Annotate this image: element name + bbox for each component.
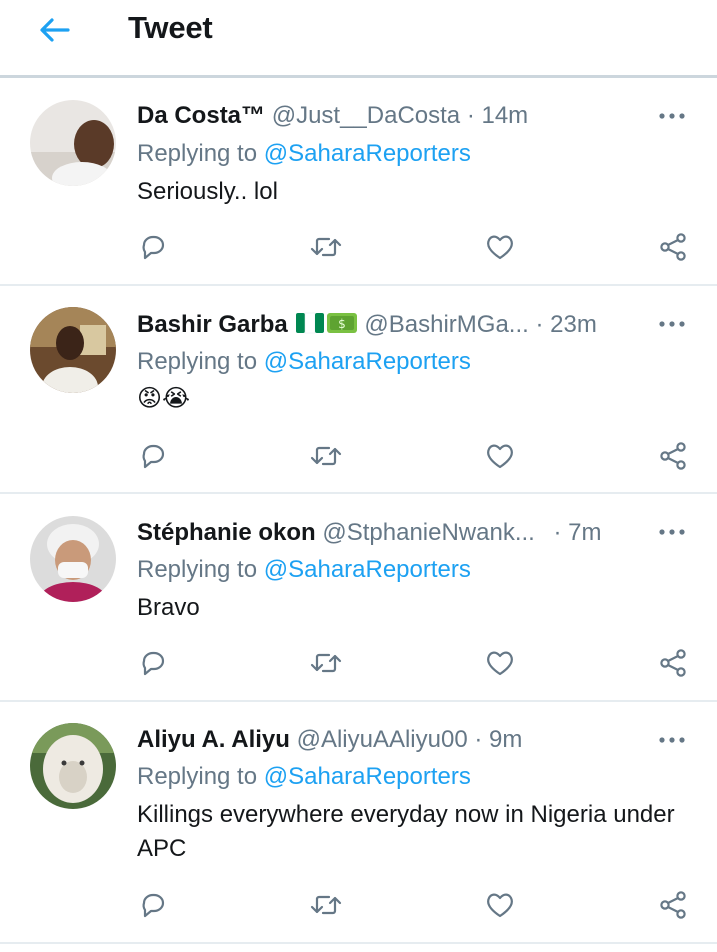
like-button[interactable] [483,888,517,922]
tweet-header: Da Costa™ @Just__DaCosta · 14m [137,99,687,133]
tweet-actions [0,646,717,680]
share-icon [660,649,686,677]
share-button[interactable] [656,230,690,264]
back-button[interactable] [34,12,74,48]
replying-to-label: Replying to [137,556,258,583]
like-button[interactable] [483,230,517,264]
more-options-button[interactable] [657,517,687,547]
display-name[interactable]: Bashir Garba [137,311,288,338]
tweet-card[interactable]: Bashir Garba $ @BashirMGa... · 23m Replyi… [0,286,717,494]
share-button[interactable] [656,888,690,922]
more-dots-icon [659,737,685,743]
more-options-button[interactable] [657,309,687,339]
more-dots-icon [659,529,685,535]
reply-button[interactable] [136,439,170,473]
more-options-button[interactable] [657,101,687,131]
tweet-actions [0,888,717,922]
tweet-actions [0,230,717,264]
replying-to-label: Replying to [137,348,258,375]
user-handle[interactable]: @Just__DaCosta [272,102,460,129]
user-handle[interactable]: @StphanieNwank... [322,519,534,546]
retweet-button[interactable] [309,230,343,264]
user-handle[interactable]: @BashirMGa... [364,311,528,338]
replying-to: Replying to @SaharaReporters [137,346,471,378]
svg-text:$: $ [338,317,346,331]
replying-to-link[interactable]: @SaharaReporters [264,763,471,790]
share-icon [660,233,686,261]
tweet-card[interactable]: Stéphanie okon @StphanieNwank... · 7m Re… [0,494,717,702]
replying-to: Replying to @SaharaReporters [137,761,471,793]
more-dots-icon [659,321,685,327]
heart-icon [487,651,513,676]
tweet-card[interactable]: Aliyu A. Aliyu @AliyuAAliyu00 · 9m Reply… [0,702,717,944]
like-button[interactable] [483,646,517,680]
reply-icon [142,651,165,676]
page-title: Tweet [128,10,213,45]
reply-icon [142,235,165,260]
replying-to: Replying to @SaharaReporters [137,138,471,170]
replying-to-link[interactable]: @SaharaReporters [264,348,471,375]
tweet-card[interactable]: Da Costa™ @Just__DaCosta · 14m Replying … [0,78,717,286]
replying-to: Replying to @SaharaReporters [137,554,471,586]
heart-icon [487,444,513,469]
replying-to-label: Replying to [137,140,258,167]
display-name[interactable]: Aliyu A. Aliyu [137,726,290,753]
share-button[interactable] [656,646,690,680]
share-button[interactable] [656,439,690,473]
user-handle[interactable]: @AliyuAAliyu00 [297,726,468,753]
share-icon [660,442,686,470]
avatar[interactable] [30,516,116,602]
tweet-text: Bravo [137,594,200,621]
tweet-divider [0,942,717,944]
avatar[interactable] [30,723,116,809]
heart-icon [487,235,513,260]
money-icon: $ [326,313,357,333]
tweet-header: Aliyu A. Aliyu @AliyuAAliyu00 · 9m [137,723,687,757]
avatar[interactable] [30,100,116,186]
tweet-header: Stéphanie okon @StphanieNwank... · 7m [137,516,687,550]
tweet-text: Killings everywhere everyday now in Nige… [137,801,675,862]
nigeria-flag-icon [295,312,324,334]
avatar[interactable] [30,307,116,393]
share-icon [660,891,686,919]
timestamp[interactable]: · 7m [554,519,602,546]
tweet-header: Bashir Garba $ @BashirMGa... · 23m [137,308,687,342]
retweet-icon [310,895,342,915]
display-name[interactable]: Stéphanie okon [137,519,316,546]
display-name[interactable]: Da Costa™ [137,102,265,129]
retweet-icon [310,237,342,257]
tweet-text: Seriously.. lol [137,178,278,205]
replying-to-link[interactable]: @SaharaReporters [264,140,471,167]
retweet-icon [310,446,342,466]
timestamp[interactable]: · 23m [535,311,596,338]
more-dots-icon [659,113,685,119]
tweet-actions [0,439,717,473]
reply-button[interactable] [136,230,170,264]
tweet-text: 😡😭 [137,385,191,412]
retweet-button[interactable] [309,439,343,473]
reply-icon [142,444,165,469]
retweet-icon [310,653,342,673]
replying-to-label: Replying to [137,763,258,790]
timestamp[interactable]: · 14m [467,102,528,129]
more-options-button[interactable] [657,725,687,755]
reply-button[interactable] [136,888,170,922]
back-arrow-icon [40,18,70,42]
replying-to-link[interactable]: @SaharaReporters [264,556,471,583]
reply-icon [142,893,165,918]
heart-icon [487,893,513,918]
retweet-button[interactable] [309,646,343,680]
like-button[interactable] [483,439,517,473]
reply-button[interactable] [136,646,170,680]
timestamp[interactable]: · 9m [474,726,522,753]
top-bar: Tweet [0,0,717,76]
retweet-button[interactable] [309,888,343,922]
